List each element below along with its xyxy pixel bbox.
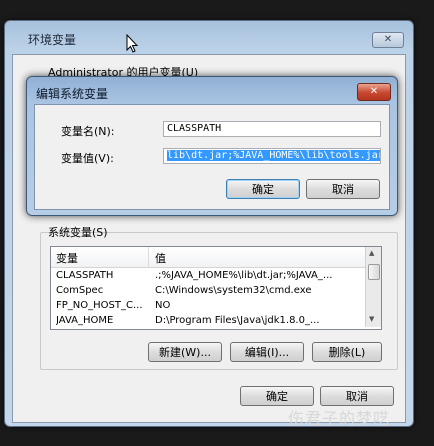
delete-variable-button[interactable]: 删除(L) <box>312 342 382 362</box>
table-row[interactable]: FP_NO_HOST_C... NO <box>51 299 367 314</box>
variable-name-input[interactable]: CLASSPATH <box>163 121 381 137</box>
cancel-button[interactable]: 取消 <box>320 386 394 406</box>
mouse-pointer-icon <box>126 34 139 53</box>
window-close-button[interactable]: ✕ <box>372 32 404 48</box>
system-variables-table[interactable]: 变量 值 CLASSPATH .;%JAVA_HOME%\lib\dt.jar;… <box>50 246 382 330</box>
table-row[interactable]: JAVA_HOME D:\Program Files\Java\jdk1.8.0… <box>51 314 367 329</box>
new-variable-button[interactable]: 新建(W)... <box>148 342 222 362</box>
row-variable-value: C:\Windows\system32\cmd.exe <box>155 285 312 296</box>
dialog-title: 编辑系统变量 <box>36 87 109 101</box>
table-header: 变量 值 <box>51 247 367 268</box>
row-variable-name: JAVA_HOME <box>56 315 114 326</box>
dialog-ok-button[interactable]: 确定 <box>226 179 300 199</box>
variable-name-text: CLASSPATH <box>167 123 222 134</box>
dialog-close-button[interactable]: ✕ <box>357 83 391 101</box>
row-variable-value: .;%JAVA_HOME%\lib\dt.jar;%JAVA_... <box>155 270 333 281</box>
table-row[interactable]: CLASSPATH .;%JAVA_HOME%\lib\dt.jar;%JAVA… <box>51 269 367 284</box>
table-row[interactable]: ComSpec C:\Windows\system32\cmd.exe <box>51 284 367 299</box>
ok-button[interactable]: 确定 <box>240 386 314 406</box>
variable-value-text: lib\dt.jar;%JAVA_HOME%\lib\tools.jar <box>167 150 380 161</box>
system-variables-label: 系统变量(S) <box>48 226 108 239</box>
table-scrollbar[interactable]: ▲ ▼ <box>365 247 381 327</box>
scroll-up-arrow-icon[interactable]: ▲ <box>369 249 374 257</box>
row-variable-name: CLASSPATH <box>56 270 114 281</box>
row-variable-value: D:\Program Files\Java\jdk1.8.0_... <box>155 315 320 326</box>
window-title: 环境变量 <box>28 33 77 47</box>
variable-name-label: 变量名(N): <box>61 125 115 138</box>
dialog-cancel-button[interactable]: 取消 <box>306 179 380 199</box>
column-header-value[interactable]: 值 <box>155 250 166 266</box>
column-header-variable[interactable]: 变量 <box>56 250 78 266</box>
edit-variable-button[interactable]: 编辑(I)... <box>230 342 304 362</box>
variable-value-label: 变量值(V): <box>61 152 114 165</box>
row-variable-value: NO <box>155 300 171 311</box>
column-divider[interactable] <box>148 247 149 267</box>
scroll-down-arrow-icon[interactable]: ▼ <box>369 315 374 323</box>
scroll-thumb[interactable] <box>368 264 380 280</box>
row-variable-name: FP_NO_HOST_C... <box>56 300 143 311</box>
row-variable-name: ComSpec <box>56 285 104 296</box>
watermark-text: 伤君子的梦呓 <box>288 409 391 428</box>
variable-value-input[interactable]: lib\dt.jar;%JAVA_HOME%\lib\tools.jar <box>163 148 381 164</box>
